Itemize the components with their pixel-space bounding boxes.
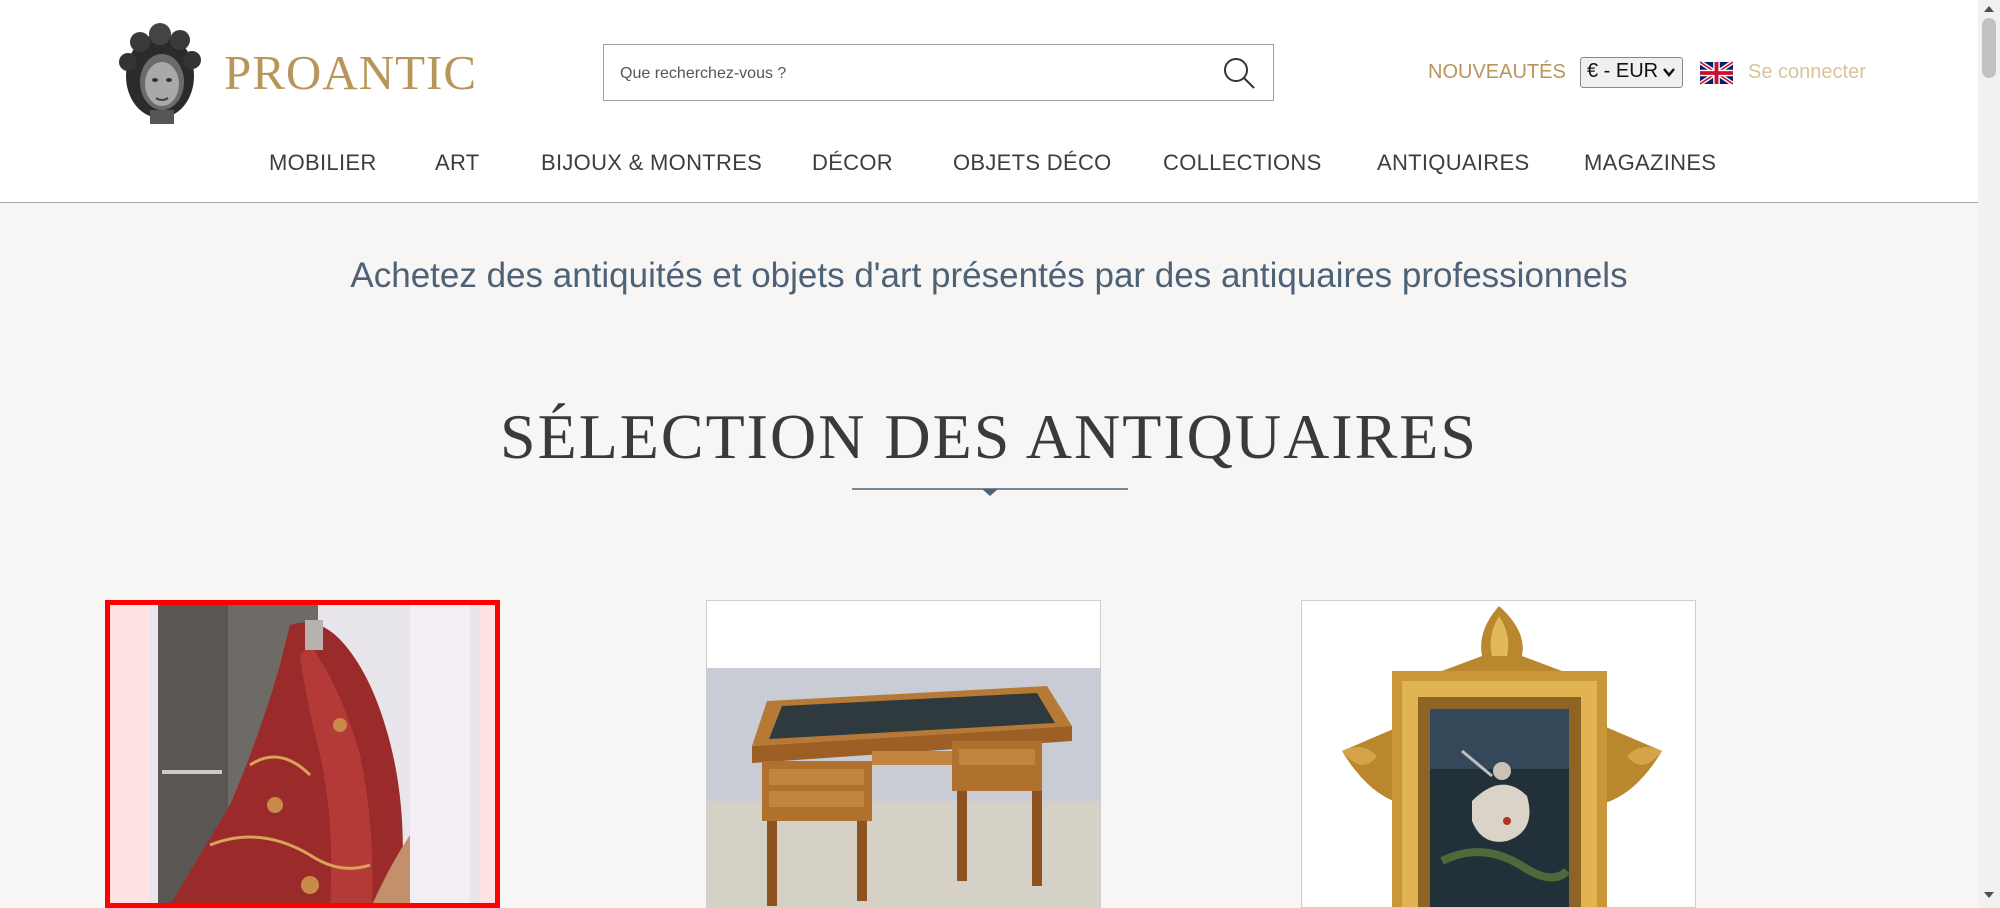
uk-flag-icon[interactable] [1700,61,1733,85]
logo-text[interactable]: PROANTIC [224,44,477,101]
currency-select[interactable]: € - EUR [1580,57,1683,88]
page-scrollbar[interactable] [1978,0,2000,908]
main-nav: MOBILIER ART BIJOUX & MONTRES DÉCOR OBJE… [0,150,1978,180]
search-input[interactable] [618,57,1202,90]
nav-item-bijoux-montres[interactable]: BIJOUX & MONTRES [541,150,762,176]
section-title: SÉLECTION DES ANTIQUAIRES [500,401,1478,472]
login-link[interactable]: Se connecter [1748,61,1866,84]
nav-item-decor[interactable]: DÉCOR [812,150,893,176]
logo-bust-icon[interactable] [112,20,208,124]
product-card[interactable] [706,600,1101,908]
currency-value: € - EUR [1587,60,1659,82]
nav-item-objets-deco[interactable]: OBJETS DÉCO [953,150,1112,176]
product-card[interactable] [105,600,500,908]
product-card[interactable] [1301,600,1696,908]
writing-desk-photo [707,601,1100,907]
site-header: PROANTIC NOUVEAUTÉS € - EUR Se connecter… [0,0,1978,203]
nav-item-magazines[interactable]: MAGAZINES [1584,150,1716,176]
scroll-down-arrow-icon[interactable] [1983,890,1995,900]
scroll-up-arrow-icon[interactable] [1983,4,1995,14]
nouveautes-link[interactable]: NOUVEAUTÉS [1428,61,1566,84]
title-divider [852,488,1128,496]
search-box [603,44,1274,101]
search-icon[interactable] [1221,55,1257,91]
paisley-textile-photo [110,605,495,903]
nav-item-art[interactable]: ART [435,150,480,176]
nav-item-collections[interactable]: COLLECTIONS [1163,150,1322,176]
tagline: Achetez des antiquités et objets d'art p… [350,256,1628,295]
nav-item-mobilier[interactable]: MOBILIER [269,150,377,176]
scrollbar-thumb[interactable] [1982,18,1996,78]
gilt-frame-painting-photo [1302,601,1695,907]
nav-item-antiquaires[interactable]: ANTIQUAIRES [1377,150,1529,176]
chevron-down-icon [1663,68,1675,77]
